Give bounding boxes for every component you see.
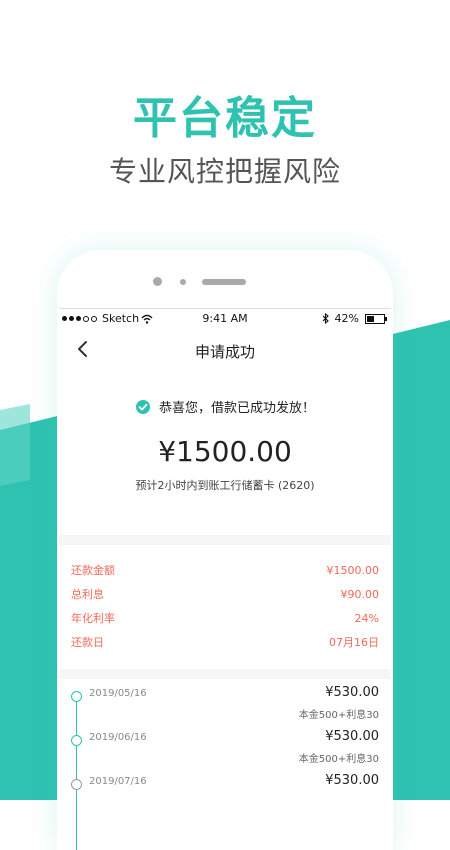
app-screen: Sketch 9:41 AM 42% 申请成功 恭喜您，借款已成功发放！ ¥15… bbox=[59, 308, 391, 850]
battery-percent: 42% bbox=[334, 312, 359, 325]
sensor-icon bbox=[180, 279, 186, 285]
detail-value: 24% bbox=[354, 612, 379, 625]
status-bar: Sketch 9:41 AM 42% bbox=[59, 309, 391, 329]
detail-row: 年化利率 24% bbox=[71, 609, 379, 633]
repayment-details: 还款金额 ¥1500.00 总利息 ¥90.00 年化利率 24% 还款日 07… bbox=[71, 561, 379, 657]
page-title: 申请成功 bbox=[194, 343, 255, 361]
battery-icon bbox=[365, 313, 387, 324]
schedule-detail: 本金500+利息30 bbox=[298, 710, 379, 721]
success-message: 恭喜您，借款已成功发放！ bbox=[59, 397, 391, 416]
speaker-icon bbox=[202, 279, 246, 285]
schedule-date: 2019/05/16 bbox=[89, 688, 147, 699]
schedule-detail: 本金500+利息30 bbox=[298, 754, 379, 765]
detail-label: 还款金额 bbox=[71, 564, 115, 577]
detail-value: ¥90.00 bbox=[340, 588, 380, 601]
schedule-date: 2019/07/16 bbox=[89, 776, 147, 787]
promo-subline: 专业风控把握风险 bbox=[108, 155, 341, 188]
promo-headline: 平台稳定 bbox=[133, 93, 317, 144]
detail-value: 07月16日 bbox=[329, 636, 379, 649]
schedule-date: 2019/06/16 bbox=[89, 732, 147, 743]
schedule-amount: ¥530.00 bbox=[325, 773, 379, 788]
status-right: 42% bbox=[322, 312, 387, 325]
detail-row: 还款金额 ¥1500.00 bbox=[71, 561, 379, 585]
detail-row: 总利息 ¥90.00 bbox=[71, 585, 379, 609]
schedule-item: 2019/07/16 ¥530.00 bbox=[59, 773, 379, 825]
detail-value: ¥1500.00 bbox=[326, 564, 380, 577]
loan-amount: ¥1500.00 bbox=[158, 435, 292, 468]
schedule-amount: ¥530.00 bbox=[325, 729, 379, 744]
section-divider bbox=[59, 669, 391, 679]
section-divider bbox=[59, 535, 391, 545]
timeline-node-icon bbox=[71, 691, 82, 702]
success-text: 恭喜您，借款已成功发放！ bbox=[158, 401, 315, 416]
camera-icon bbox=[153, 277, 162, 286]
detail-label: 总利息 bbox=[71, 588, 104, 601]
nav-bar: 申请成功 bbox=[59, 329, 391, 373]
phone-mockup: Sketch 9:41 AM 42% 申请成功 恭喜您，借款已成功发放！ ¥15… bbox=[57, 250, 393, 850]
check-circle-icon bbox=[135, 399, 150, 414]
detail-label: 还款日 bbox=[71, 636, 104, 649]
detail-label: 年化利率 bbox=[71, 612, 115, 625]
schedule-amount: ¥530.00 bbox=[325, 685, 379, 700]
timeline-node-icon bbox=[71, 735, 82, 746]
arrival-note: 预计2小时内到账工行储蓄卡 (2620) bbox=[135, 479, 315, 492]
bluetooth-icon bbox=[322, 313, 329, 324]
detail-row: 还款日 07月16日 bbox=[71, 633, 379, 657]
timeline-node-icon bbox=[71, 779, 82, 790]
